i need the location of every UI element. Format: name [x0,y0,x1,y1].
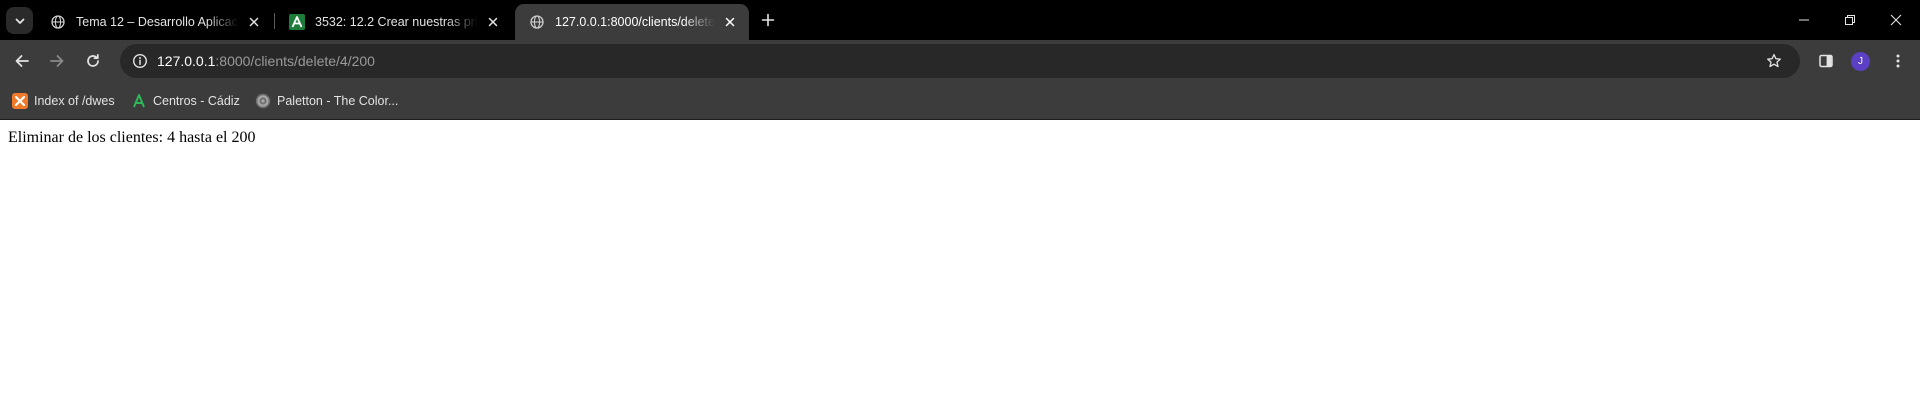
more-vert-icon [1896,54,1900,68]
restore-icon [1845,15,1855,25]
xampp-icon [12,93,28,109]
bookmark-paletton[interactable]: Paletton - The Color... [255,90,398,112]
chevron-down-icon [15,18,24,24]
reload-icon [87,53,99,67]
minimize-button[interactable] [1781,0,1827,40]
tab-active-clients-delete[interactable]: 127.0.0.1:8000/clients/delete/4/200 [515,4,749,40]
bookmark-centros-cadiz[interactable]: Centros - Cádiz [131,90,240,112]
tab-search-button[interactable] [6,7,33,34]
new-tab-button[interactable] [758,10,778,30]
menu-button[interactable] [1882,45,1914,77]
side-panel-button[interactable] [1810,45,1842,77]
back-button[interactable] [6,45,38,77]
profile-initial: J [1858,56,1863,67]
tab-title: 3532: 12.2 Crear nuestras primeras rutas [315,15,478,29]
page-message: Eliminar de los clientes: 4 hasta el 200 [8,129,256,146]
bookmark-label: Centros - Cádiz [153,94,240,108]
tab-3532[interactable]: 3532: 12.2 Crear nuestras primeras rutas [275,4,512,40]
url-path: :8000/clients/delete/4/200 [215,53,375,69]
arrow-left-icon [15,55,29,67]
arrow-right-icon [50,55,64,67]
paletton-icon [255,93,271,109]
tab-tema-12[interactable]: Tema 12 – Desarrollo Aplicaciones Web [36,4,273,40]
close-icon [1890,14,1902,26]
reload-button[interactable] [77,45,109,77]
profile-avatar[interactable]: J [1851,52,1870,71]
bookmark-label: Index of /dwes [34,94,115,108]
tab-title: 127.0.0.1:8000/clients/delete/4/200 [555,15,715,29]
site-info-icon[interactable] [128,49,152,73]
close-tab-icon[interactable] [484,13,502,31]
url-text[interactable]: 127.0.0.1:8000/clients/delete/4/200 [157,44,375,78]
forward-button[interactable] [41,45,73,77]
close-tab-icon[interactable] [245,13,263,31]
bookmark-star-icon[interactable] [1762,49,1786,73]
close-window-button[interactable] [1873,0,1919,40]
bookmark-label: Paletton - The Color... [277,94,399,108]
bookmarks-bar: Index of /dwes Centros - Cádiz Paletton … [0,82,1920,120]
plus-icon [761,13,775,27]
globe-icon [529,14,545,30]
address-bar[interactable]: 127.0.0.1:8000/clients/delete/4/200 [120,44,1800,78]
moodle-a-icon [289,14,305,30]
minimize-icon [1799,19,1809,21]
tab-title: Tema 12 – Desarrollo Aplicaciones Web [76,15,239,29]
url-host: 127.0.0.1 [157,53,216,69]
bookmark-index-of-dwes[interactable]: Index of /dwes [12,90,115,112]
side-panel-icon [1819,54,1833,68]
moodle-a-icon [131,93,147,109]
navigation-toolbar: 127.0.0.1:8000/clients/delete/4/200 J [0,40,1920,82]
restore-button[interactable] [1827,0,1873,40]
page-content: Eliminar de los clientes: 4 hasta el 200 [0,120,1920,418]
tab-strip: Tema 12 – Desarrollo Aplicaciones Web 35… [0,0,1920,40]
close-tab-icon[interactable] [721,13,739,31]
globe-icon [50,14,66,30]
